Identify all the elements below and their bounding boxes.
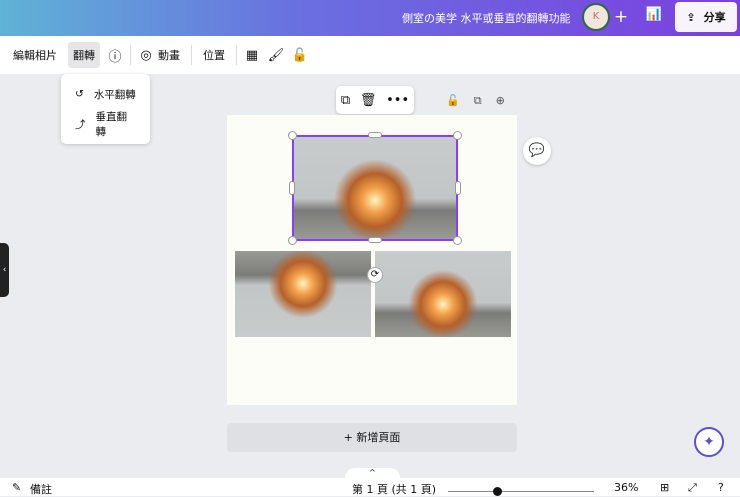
resize-handle[interactable]	[453, 131, 462, 140]
flip-vertical-icon: ⤴	[75, 118, 86, 131]
zoom-level[interactable]: 36%	[614, 481, 638, 494]
page-lock-icon[interactable]: 🔓	[446, 94, 460, 108]
page-indicator[interactable]: 第 1 頁 (共 1 頁)	[352, 481, 436, 497]
resize-handle[interactable]	[288, 236, 297, 245]
trash-icon[interactable]: 🗑	[360, 93, 377, 108]
notes-button[interactable]: 備註	[30, 481, 52, 497]
resize-handle[interactable]	[368, 237, 382, 243]
share-label: 分享	[703, 11, 726, 24]
photo-flipped-vertical[interactable]	[235, 251, 371, 337]
flip-button[interactable]: 翻轉	[68, 42, 100, 68]
resize-handle[interactable]	[455, 181, 461, 195]
flip-horizontal-item[interactable]: ↺ 水平翻轉	[61, 79, 150, 109]
document-title[interactable]: 側室の美学 水平或垂直的翻轉功能	[402, 10, 571, 26]
swap-icon[interactable]: ⟳	[367, 267, 383, 283]
upload-icon: ⇪	[686, 10, 696, 24]
add-comment-icon[interactable]: 💬	[523, 137, 551, 165]
resize-handle[interactable]	[288, 131, 297, 140]
grid-view-icon[interactable]: ⊞	[660, 481, 669, 494]
zoom-slider[interactable]	[448, 491, 594, 492]
resize-handle[interactable]	[289, 181, 295, 195]
side-panel-toggle[interactable]: ‹	[0, 243, 9, 297]
share-button[interactable]: ⇪ 分享	[675, 2, 737, 32]
zoom-slider-knob[interactable]	[493, 487, 502, 496]
paint-roller-icon[interactable]: 🖌	[267, 48, 285, 63]
flip-horizontal-label: 水平翻轉	[93, 88, 136, 101]
animate-button[interactable]: 動畫	[153, 42, 185, 68]
add-page-icon[interactable]: ⊕	[496, 94, 505, 108]
lock-icon[interactable]: 🔓	[291, 48, 309, 63]
transparency-icon[interactable]: ▦	[243, 48, 261, 63]
flip-horizontal-icon: ↺	[75, 88, 84, 100]
page-duplicate-icon[interactable]: ⧉	[474, 94, 482, 108]
info-icon[interactable]: ⓘ	[106, 46, 124, 65]
edit-photo-button[interactable]: 編輯相片	[8, 42, 62, 68]
duplicate-icon[interactable]: ⧉	[341, 93, 350, 108]
fullscreen-icon[interactable]: ⤢	[688, 481, 697, 495]
divider	[236, 45, 237, 65]
element-actions: ⧉ 🗑 •••	[336, 86, 414, 114]
avatar[interactable]: K	[582, 3, 610, 31]
resize-handle[interactable]	[453, 236, 462, 245]
context-toolbar: 編輯相片 翻轉 ⓘ ◎ 動畫 位置 ▦ 🖌 🔓	[0, 36, 740, 74]
help-icon[interactable]: ?	[718, 481, 724, 494]
magic-sparkle-icon[interactable]: ✦	[694, 427, 724, 457]
resize-handle[interactable]	[368, 132, 382, 138]
flip-vertical-item[interactable]: ⤴ 垂直翻轉	[61, 109, 150, 139]
flip-menu: ↺ 水平翻轉 ⤴ 垂直翻轉	[61, 74, 150, 144]
divider	[130, 45, 131, 65]
notes-icon[interactable]: ✎	[12, 481, 21, 494]
top-bar: 側室の美学 水平或垂直的翻轉功能 K + 📊 ⇪ 分享	[0, 0, 740, 36]
selection-box	[292, 135, 458, 241]
insights-icon[interactable]: 📊	[642, 7, 666, 29]
divider	[191, 45, 192, 65]
page-actions: 🔓 ⧉ ⊕	[446, 94, 505, 108]
more-icon[interactable]: •••	[386, 93, 409, 108]
flip-vertical-label: 垂直翻轉	[95, 111, 128, 138]
photo-original[interactable]	[375, 251, 511, 337]
add-collaborator-icon[interactable]: +	[610, 6, 632, 28]
add-page-button[interactable]: + 新增頁面	[227, 423, 517, 452]
position-button[interactable]: 位置	[198, 42, 230, 68]
